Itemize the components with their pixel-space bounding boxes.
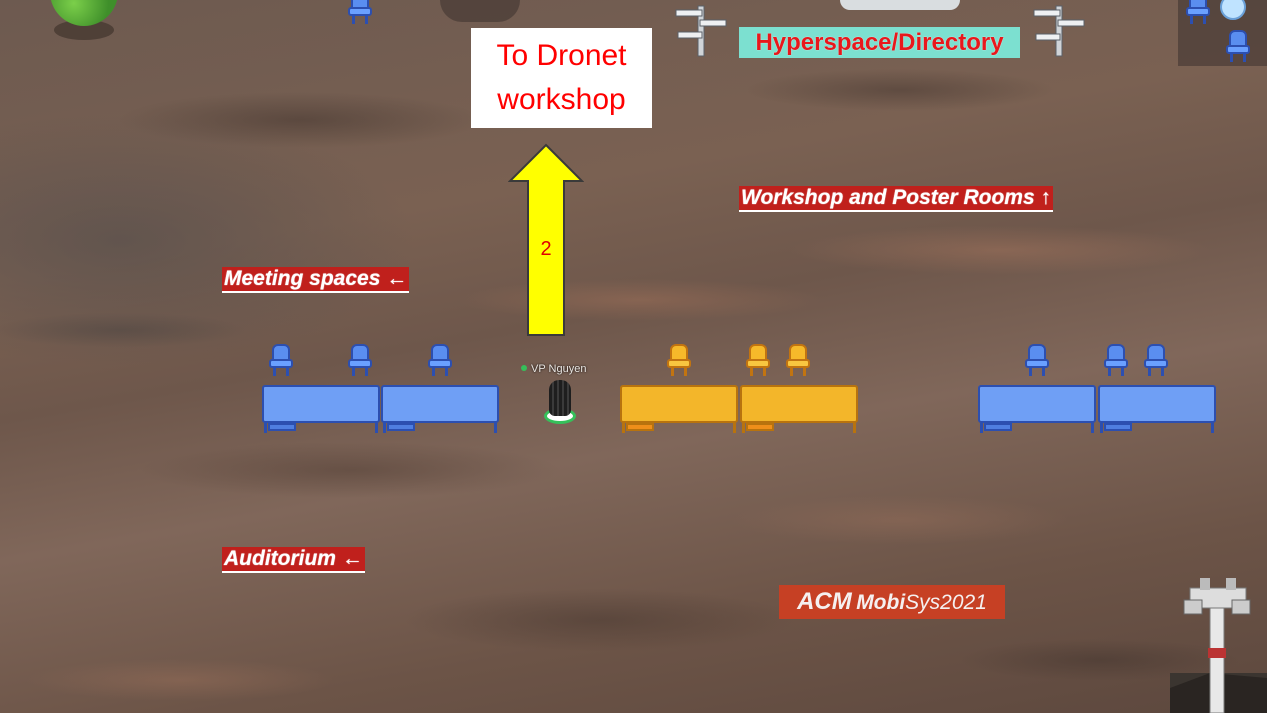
desk-icon[interactable] (1098, 385, 1216, 433)
desk-icon[interactable] (978, 385, 1096, 433)
chair-icon[interactable] (667, 344, 691, 378)
desk-icon[interactable] (262, 385, 380, 433)
acm-mobisys-logo: ACM MobiSys2021 (779, 585, 1005, 619)
rover-icon (1170, 578, 1267, 713)
arrow-up-icon[interactable]: 2 (508, 143, 584, 337)
chair-icon[interactable] (348, 344, 372, 378)
dronet-sign-text: To Dronet workshop (496, 39, 627, 116)
desk-icon[interactable] (381, 385, 499, 433)
desk-icon[interactable] (620, 385, 738, 433)
avatar-body (549, 380, 571, 416)
online-status-icon (521, 365, 527, 371)
chair-icon[interactable] (1226, 30, 1250, 64)
logo-sys: Sys2021 (905, 591, 987, 614)
workshop-poster-rooms-sign[interactable]: Workshop and Poster Rooms ↑ (739, 186, 1053, 212)
chair-icon[interactable] (1104, 344, 1128, 378)
player-name: VP Nguyen (531, 363, 587, 375)
chair-icon[interactable] (1144, 344, 1168, 378)
signpost-icon (1033, 5, 1085, 57)
dronet-workshop-sign[interactable]: To Dronet workshop (471, 28, 652, 128)
hyperspace-directory-sign[interactable]: Hyperspace/Directory (739, 27, 1020, 58)
chair-icon[interactable] (1186, 0, 1210, 26)
logo-mobi: Mobi (856, 591, 906, 614)
chair-icon[interactable] (428, 344, 452, 378)
chair-icon[interactable] (348, 0, 372, 26)
signpost-icon (675, 5, 727, 57)
arrow-number: 2 (540, 238, 551, 260)
chair-icon[interactable] (1025, 344, 1049, 378)
player-name-tag: VP Nguyen (521, 363, 601, 377)
portal-edge (840, 0, 960, 10)
chair-icon[interactable] (269, 344, 293, 378)
desk-icon[interactable] (740, 385, 858, 433)
chair-icon[interactable] (746, 344, 770, 378)
rock-decoration (440, 0, 520, 22)
logo-acm: ACM (797, 588, 852, 615)
auditorium-sign[interactable]: Auditorium ← (222, 547, 365, 573)
meeting-spaces-sign[interactable]: Meeting spaces ← (222, 267, 410, 293)
player-avatar[interactable] (543, 378, 577, 426)
chair-icon[interactable] (786, 344, 810, 378)
